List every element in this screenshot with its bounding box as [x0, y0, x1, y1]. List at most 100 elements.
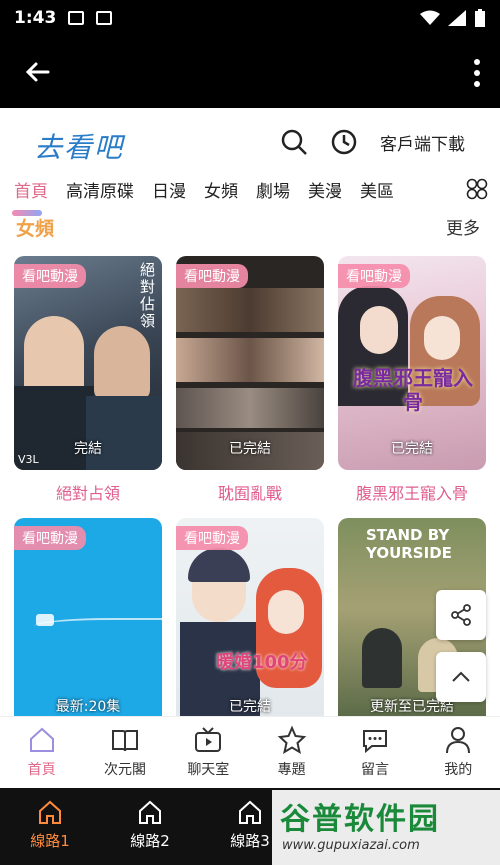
site-logo[interactable]: 去看吧 — [34, 126, 124, 166]
scroll-top-button[interactable] — [436, 652, 486, 702]
nav-item-female[interactable]: 女頻 — [204, 177, 238, 202]
tab-messages[interactable]: 留言 — [333, 717, 416, 788]
card-thumbnail[interactable]: 腹黑邪王寵入骨 看吧動漫 已完結 — [338, 256, 486, 470]
app-bar — [0, 36, 500, 108]
small-logo-icon — [36, 614, 54, 626]
card-status: 完結 — [74, 441, 102, 457]
status-bar: 1:43 — [0, 0, 500, 36]
card-title[interactable]: 耽囿亂戰 — [176, 480, 324, 504]
card-thumbnail[interactable]: 暖婚100分 看吧動漫 已完結 — [176, 518, 324, 718]
user-icon — [446, 727, 471, 754]
tab-label: 留言 — [360, 762, 389, 778]
wifi-icon — [420, 10, 440, 25]
card-art-title: 暖婚100分 — [216, 652, 308, 673]
anime-card[interactable]: 看吧動漫 已完結 耽囿亂戰 — [176, 256, 324, 504]
figure-male-hair — [188, 548, 250, 582]
card-badge: 看吧動漫 — [338, 264, 410, 288]
card-title[interactable]: 腹黑邪王寵入骨 — [338, 480, 486, 504]
signal-icon — [448, 10, 466, 26]
tab-label: 聊天室 — [187, 762, 230, 778]
site-header: 去看吧 客戶端下載 — [0, 108, 500, 170]
watermark-url: www.gupuxiazai.com — [282, 838, 420, 853]
home-icon — [39, 800, 61, 824]
figure-right — [94, 326, 150, 400]
figure-female-face — [268, 590, 304, 634]
card-status: 已完結 — [229, 699, 271, 715]
search-icon[interactable] — [280, 128, 308, 156]
home-icon — [139, 800, 161, 824]
chat-icon — [362, 730, 387, 754]
anime-card[interactable]: 暖婚100分 看吧動漫 已完結 — [176, 518, 324, 718]
nav-item-us-comics[interactable]: 美漫 — [308, 177, 342, 202]
card-side-title: 絕對佔領 — [140, 261, 156, 330]
more-vert-icon[interactable] — [472, 58, 482, 88]
star-icon — [277, 725, 306, 755]
card-status: 已完結 — [391, 441, 433, 457]
figure-right-body — [86, 396, 162, 470]
tab-chatroom[interactable]: 聊天室 — [167, 717, 250, 788]
tab-label: 專題 — [277, 762, 306, 778]
route-2-button[interactable]: 線路2 — [100, 788, 200, 865]
home-icon — [239, 800, 261, 824]
card-status: 最新:20集 — [55, 699, 121, 715]
watermark-logo-text: 谷普软件园 — [280, 802, 440, 837]
tab-label: 次元閣 — [103, 762, 146, 778]
nav-item-hd[interactable]: 高清原碟 — [66, 177, 134, 202]
battery-icon — [475, 9, 485, 27]
watermark: 谷普软件园 www.gupuxiazai.com — [272, 790, 500, 865]
card-status: 已完結 — [229, 441, 271, 457]
tab-topics[interactable]: 專題 — [250, 717, 333, 788]
anime-card[interactable]: 看吧動漫 最新:20集 — [14, 518, 162, 718]
share-button[interactable] — [436, 590, 486, 640]
home-icon — [29, 727, 54, 752]
card-badge: 看吧動漫 — [14, 526, 86, 550]
anime-card[interactable]: 絕對佔領 V3L 看吧動漫 完結 絕對占領 — [14, 256, 162, 504]
figure-sitting — [362, 628, 402, 688]
card-title[interactable]: 絕對占領 — [14, 480, 162, 504]
route-label: 線路2 — [130, 832, 170, 850]
share-icon — [451, 604, 471, 626]
figure-left — [24, 316, 84, 396]
tab-label: 首頁 — [27, 762, 56, 778]
figure-face — [360, 306, 398, 354]
card-thumbnail[interactable]: 看吧動漫 已完結 — [176, 256, 324, 470]
nav-item-japanese-anime[interactable]: 日漫 — [152, 177, 186, 202]
client-download-link[interactable]: 客戶端下載 — [380, 130, 465, 155]
chevron-up-icon — [452, 671, 470, 682]
tab-home[interactable]: 首頁 — [0, 717, 83, 788]
panel-strip — [176, 288, 324, 332]
route-label: 線路3 — [230, 832, 270, 850]
tab-dimension[interactable]: 次元閣 — [83, 717, 166, 788]
card-thumbnail[interactable]: 看吧動漫 最新:20集 — [14, 518, 162, 718]
section-header: 女頻 更多 — [0, 208, 500, 244]
anime-card[interactable]: 腹黑邪王寵入骨 看吧動漫 已完結 腹黑邪王寵入骨 — [338, 256, 486, 504]
card-thumbnail[interactable]: 絕對佔領 V3L 看吧動漫 完結 — [14, 256, 162, 470]
bottom-tab-bar: 首頁 次元閣 聊天室 專題 留言 我的 — [0, 716, 500, 788]
grid-menu-icon[interactable] — [466, 178, 488, 200]
card-badge: 看吧動漫 — [176, 264, 248, 288]
nav-item-home[interactable]: 首頁 — [14, 177, 48, 202]
route-1-button[interactable]: 線路1 — [0, 788, 100, 865]
tab-mine[interactable]: 我的 — [417, 717, 500, 788]
nav-item-theater[interactable]: 劇場 — [256, 177, 290, 202]
back-arrow-icon[interactable] — [22, 56, 54, 88]
panel-strip — [176, 388, 324, 428]
card-art-title: 腹黑邪王寵入骨 — [353, 366, 473, 414]
nav-item-us-region[interactable]: 美區 — [360, 177, 394, 202]
panel-strip — [176, 338, 324, 382]
card-art-title: STAND BY YOURSIDE — [366, 526, 452, 562]
app-notification-icon — [96, 11, 113, 25]
route-label: 線路1 — [30, 832, 70, 850]
card-badge: 看吧動漫 — [176, 526, 248, 550]
more-link[interactable]: 更多 — [446, 214, 480, 239]
figure-face-2 — [424, 316, 460, 360]
status-time: 1:43 — [14, 8, 57, 28]
book-icon — [111, 730, 138, 752]
section-title: 女頻 — [11, 210, 54, 241]
card-badge: 看吧動漫 — [14, 264, 86, 288]
tv-icon — [195, 727, 222, 752]
gallery-icon — [68, 11, 85, 25]
tab-label: 我的 — [444, 762, 473, 778]
category-nav: 首頁 高清原碟 日漫 女頻 劇場 美漫 美區 — [0, 172, 500, 206]
history-clock-icon[interactable] — [330, 128, 358, 156]
